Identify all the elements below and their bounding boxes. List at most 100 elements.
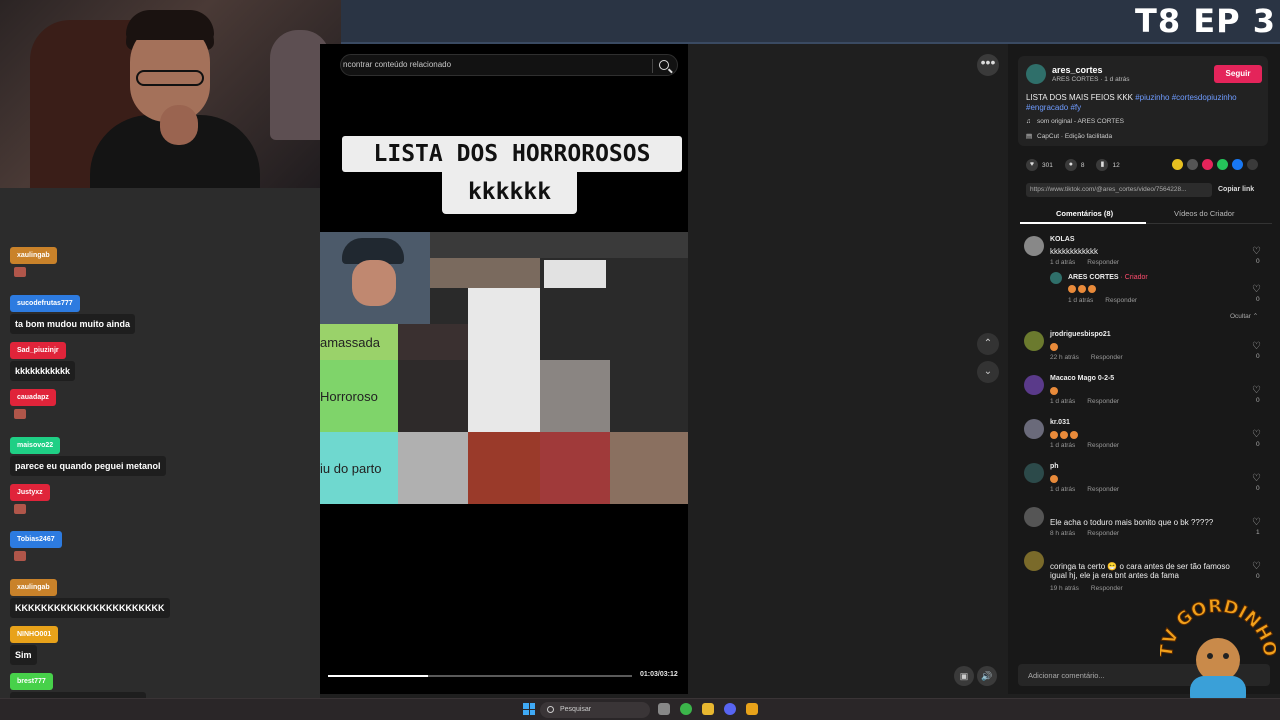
next-video-button[interactable]: ⌄: [977, 361, 999, 383]
commenter-name[interactable]: kr.031: [1050, 419, 1070, 426]
chat-username[interactable]: maisovo22: [10, 437, 61, 454]
streamer-hand: [160, 105, 198, 145]
chat-message: maisovo22 parece eu quando peguei metanol: [10, 434, 166, 476]
comment-icon[interactable]: ●: [1064, 159, 1077, 171]
music-note-icon: ♫: [1026, 118, 1031, 125]
commenter-name[interactable]: jrodriguesbispo21: [1050, 331, 1111, 338]
commenter-avatar[interactable]: [1024, 507, 1044, 527]
emoji-icon: [1060, 430, 1068, 439]
app-icon[interactable]: [746, 703, 758, 715]
like-heart-icon[interactable]: ♡: [1252, 341, 1261, 352]
follow-button[interactable]: Seguir: [1214, 65, 1262, 83]
capcut-line[interactable]: ▤ CapCut · Edição facilitada: [1026, 132, 1112, 140]
chat-username[interactable]: cauadapz: [10, 389, 56, 406]
chat-username[interactable]: NINHO001: [10, 626, 59, 643]
folder-icon[interactable]: [702, 703, 714, 715]
taskbar-search[interactable]: Pesquisar: [540, 702, 650, 718]
chat-username[interactable]: xaulingab: [10, 247, 57, 264]
chat-username[interactable]: Tobias2467: [10, 531, 62, 548]
comment-meta: 1 d atrás Responder: [1050, 442, 1119, 449]
chrome-icon[interactable]: [680, 703, 692, 715]
commenter-avatar[interactable]: [1024, 236, 1044, 256]
face: [352, 260, 396, 306]
comment-time: 22 h atrás: [1050, 354, 1079, 361]
reply-button[interactable]: Responder: [1087, 486, 1119, 493]
video-progress-bar[interactable]: [328, 675, 632, 677]
like-heart-icon[interactable]: ♡: [1252, 517, 1261, 528]
commenter-avatar[interactable]: [1024, 331, 1044, 351]
like-heart-icon[interactable]: ♡: [1252, 385, 1261, 396]
comment-like-count: 0: [1256, 353, 1260, 360]
author-avatar[interactable]: [1026, 64, 1046, 84]
emoji-icon: [1050, 386, 1058, 395]
tab-creator-videos[interactable]: Vídeos do Criador: [1174, 209, 1234, 218]
reply-button[interactable]: Responder: [1091, 585, 1123, 592]
video-link-field[interactable]: https://www.tiktok.com/@ares_cortes/vide…: [1026, 183, 1212, 197]
commenter-name[interactable]: ph: [1050, 463, 1059, 470]
tab-comments[interactable]: Comentários (8): [1056, 209, 1113, 218]
reply-button[interactable]: Responder: [1091, 354, 1123, 361]
whatsapp-icon[interactable]: [1217, 159, 1228, 170]
chat-username[interactable]: Justyxz: [10, 484, 50, 501]
discord-icon[interactable]: [724, 703, 736, 715]
chat-emote-icon: [14, 267, 26, 277]
reply-button[interactable]: Responder: [1087, 442, 1119, 449]
reply-button[interactable]: Responder: [1087, 530, 1119, 537]
comment-meta: 1 d atrás Responder: [1050, 259, 1119, 266]
tier-label-horroroso: Horroroso: [320, 360, 398, 432]
creator-avatar[interactable]: [1050, 272, 1062, 284]
share-row: [1172, 159, 1258, 170]
reply-button[interactable]: Responder: [1087, 259, 1119, 266]
file-explorer-icon[interactable]: [658, 703, 670, 715]
chat-username[interactable]: sucodefrutas777: [10, 295, 80, 312]
search-icon[interactable]: [659, 60, 669, 70]
chat-username[interactable]: xaulingab: [10, 579, 57, 596]
embed-icon[interactable]: [1187, 159, 1198, 170]
more-options-button[interactable]: •••: [977, 54, 999, 76]
commenter-name[interactable]: Macaco Mago 0-2-5: [1050, 375, 1114, 382]
comment-time: 1 d atrás: [1050, 486, 1076, 493]
send-icon[interactable]: [1202, 159, 1213, 170]
coin-icon[interactable]: [1172, 159, 1183, 170]
chat-emote-icon: [14, 551, 26, 561]
facebook-icon[interactable]: [1232, 159, 1243, 170]
search-icon: [547, 706, 554, 713]
share-arrow-icon[interactable]: [1247, 159, 1258, 170]
like-heart-icon[interactable]: ♡: [1252, 429, 1261, 440]
like-heart-icon[interactable]: ♡: [1252, 561, 1261, 572]
comment-text: coringa ta certo 😁 o cara antes de ser t…: [1050, 562, 1230, 580]
commenter-avatar[interactable]: [1024, 419, 1044, 439]
windows-start-icon[interactable]: [523, 703, 535, 715]
tier-empty: [540, 288, 688, 360]
comment-meta: 22 h atrás Responder: [1050, 354, 1123, 361]
volume-button[interactable]: 🔊: [977, 666, 997, 686]
commenter-avatar[interactable]: [1024, 463, 1044, 483]
heart-icon[interactable]: ♥: [1026, 159, 1038, 171]
commenter-avatar[interactable]: [1024, 375, 1044, 395]
chat-emote-icon: [14, 409, 26, 419]
commenter-avatar[interactable]: [1024, 551, 1044, 571]
video-title-line-2: kkkkkk: [467, 179, 552, 205]
previous-video-button[interactable]: ⌃: [977, 333, 999, 355]
pip-button[interactable]: ▣: [954, 666, 974, 686]
copy-link-button[interactable]: Copiar link: [1218, 186, 1254, 193]
chat-username[interactable]: Sad_piuzinjr: [10, 342, 66, 359]
like-heart-icon[interactable]: ♡: [1252, 284, 1261, 295]
like-heart-icon[interactable]: ♡: [1252, 473, 1261, 484]
bookmark-icon[interactable]: ▮: [1096, 159, 1109, 171]
comment-count: 8: [1080, 161, 1085, 169]
reply-button[interactable]: Responder: [1105, 297, 1137, 304]
related-search-input[interactable]: ncontrar conteúdo relacionado: [340, 54, 678, 76]
sound-line[interactable]: ♫ som original - ARES CORTES: [1026, 118, 1124, 125]
chat-message: xaulingab: [10, 244, 57, 280]
reply-button[interactable]: Responder: [1087, 398, 1119, 405]
creator-reply-name[interactable]: ARES CORTES · Criador: [1068, 274, 1148, 281]
chat-username[interactable]: brest777: [10, 673, 53, 690]
like-heart-icon[interactable]: ♡: [1252, 246, 1261, 257]
commenter-name[interactable]: KOLAS: [1050, 236, 1075, 243]
video-time: 01:03/03:12: [640, 671, 678, 678]
author-name[interactable]: ares_cortes: [1052, 65, 1103, 75]
paint-toolbar: [430, 232, 688, 258]
hide-replies-link[interactable]: Ocultar ⌃: [1230, 312, 1258, 320]
video-progress-fill: [328, 675, 429, 677]
